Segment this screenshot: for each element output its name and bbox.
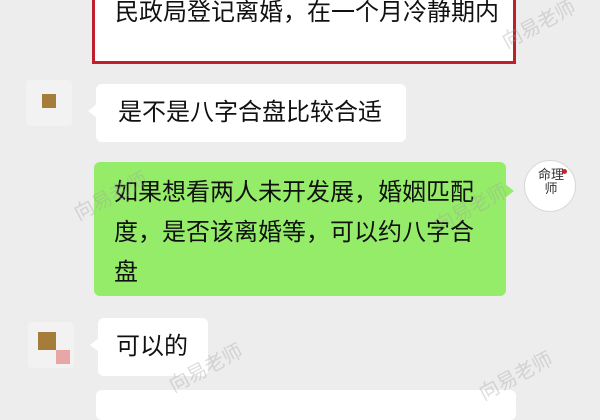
incoming-message-bubble[interactable]: 是不是八字合盘比较合适: [88, 84, 406, 142]
avatar[interactable]: [26, 80, 72, 126]
avatar-block: [56, 350, 70, 364]
highlighted-message: 民政局登记离婚，在一个月冷静期内: [92, 0, 516, 64]
message-text: 如果想看两人未开发展，婚姻匹配度，是否该离婚等，可以约八字合盘: [114, 178, 474, 286]
avatar-block: [38, 332, 56, 350]
message-text: 是不是八字合盘比较合适: [118, 98, 382, 126]
seal-dot: [562, 169, 567, 174]
advisor-avatar[interactable]: 命理师: [524, 160, 576, 212]
outgoing-message-bubble[interactable]: 如果想看两人未开发展，婚姻匹配度，是否该离婚等，可以约八字合盘: [94, 162, 514, 296]
avatar[interactable]: [28, 322, 74, 368]
highlighted-message-text: 民政局登记离婚，在一个月冷静期内: [115, 0, 499, 26]
incoming-message-bubble[interactable]: 可以的: [90, 318, 208, 376]
message-text: 可以的: [116, 332, 188, 360]
incoming-message-bubble-partial[interactable]: [96, 390, 516, 420]
avatar-block: [42, 94, 56, 108]
